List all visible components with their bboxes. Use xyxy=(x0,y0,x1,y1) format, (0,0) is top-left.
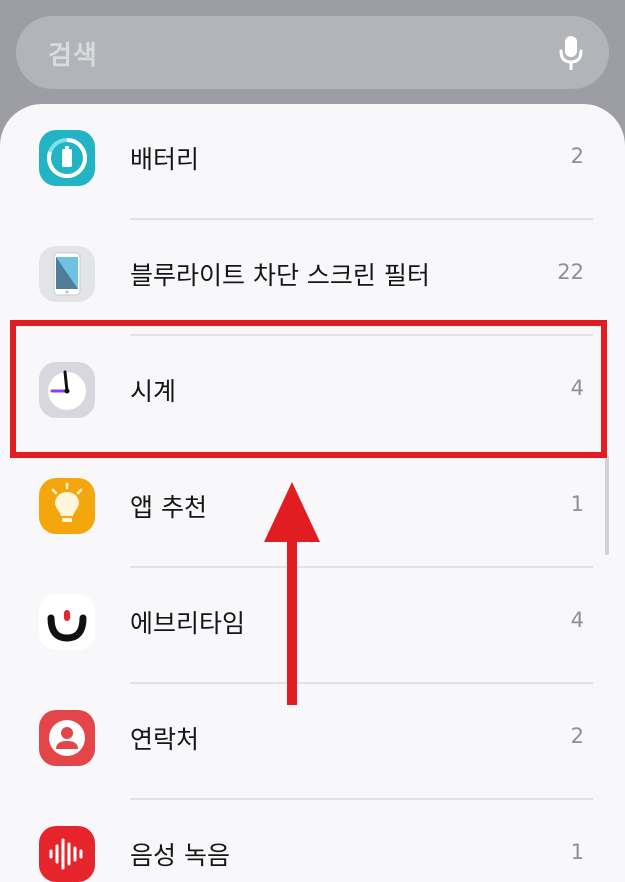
app-name: 블루라이트 차단 스크린 필터 xyxy=(130,261,430,290)
top-bar: 검색 xyxy=(0,0,625,120)
app-name: 배터리 xyxy=(130,145,200,174)
app-name: 음성 녹음 xyxy=(130,841,230,870)
app-row-battery[interactable]: 배터리 2 xyxy=(0,104,625,220)
result-count: 1 xyxy=(570,840,584,864)
phone-screen-icon xyxy=(39,246,95,302)
contact-icon xyxy=(39,710,95,766)
search-bar[interactable]: 검색 xyxy=(16,16,609,89)
result-count: 2 xyxy=(570,724,584,748)
app-name: 앱 추천 xyxy=(130,493,207,522)
app-row-blue-light-filter[interactable]: 블루라이트 차단 스크린 필터 22 xyxy=(0,220,625,336)
microphone-icon[interactable] xyxy=(557,34,585,72)
lightbulb-icon xyxy=(39,478,95,534)
scrollbar[interactable] xyxy=(605,455,609,555)
result-count: 2 xyxy=(570,144,584,168)
app-name: 연락처 xyxy=(130,725,200,754)
result-count: 4 xyxy=(570,608,584,632)
battery-icon xyxy=(39,130,95,186)
voice-recorder-icon xyxy=(39,826,95,882)
app-name: 에브리타임 xyxy=(130,609,246,638)
up-arrow-icon xyxy=(264,482,320,705)
highlight-box xyxy=(10,320,607,458)
result-count: 22 xyxy=(557,260,584,284)
everytime-logo-icon xyxy=(39,594,95,650)
app-row-voice-recorder[interactable]: 음성 녹음 1 xyxy=(0,800,625,882)
search-placeholder: 검색 xyxy=(48,41,98,71)
result-count: 1 xyxy=(570,492,584,516)
